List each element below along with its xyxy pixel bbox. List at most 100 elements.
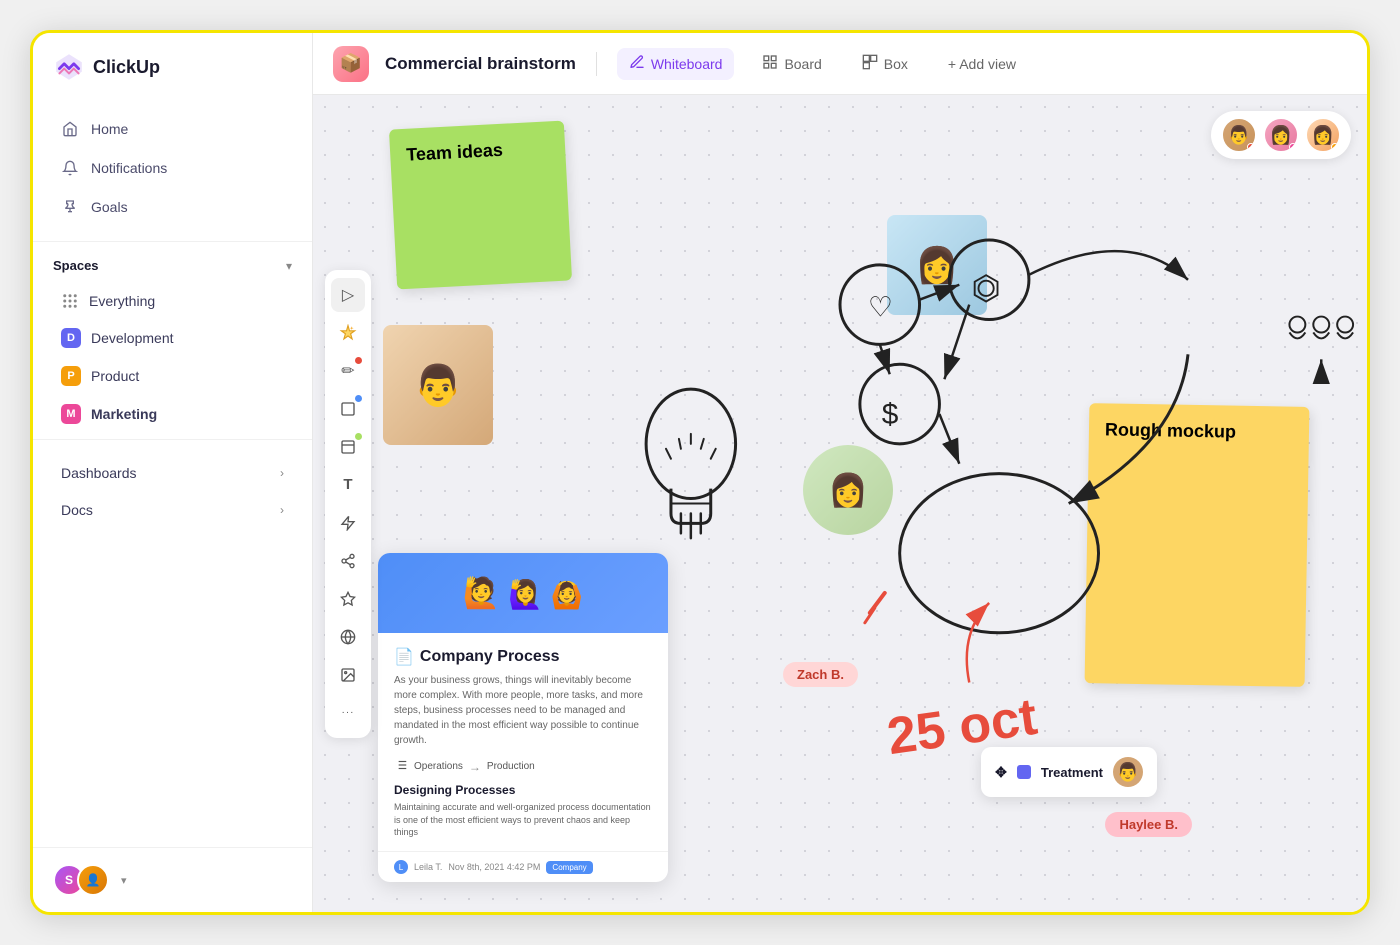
- development-badge: D: [61, 328, 81, 348]
- person-face-left: 👨: [383, 325, 493, 445]
- treatment-card: ✥ Treatment 👨: [981, 747, 1157, 797]
- person-label-zach: Zach B.: [783, 662, 858, 687]
- doc-date-text: Nov 8th, 2021 4:42 PM: [448, 862, 540, 872]
- whiteboard-avatars: 👨 👩 👩: [1211, 111, 1351, 159]
- sidebar-footer[interactable]: S 👤 ▾: [33, 847, 312, 912]
- tool-square[interactable]: [331, 392, 365, 426]
- doc-from-label: [394, 758, 408, 775]
- tool-lightning[interactable]: [331, 506, 365, 540]
- logo-text: ClickUp: [93, 57, 160, 78]
- sidebar-item-marketing-label: Marketing: [91, 406, 157, 422]
- sidebar-item-product-label: Product: [91, 368, 139, 384]
- tool-image[interactable]: [331, 658, 365, 692]
- docs-chevron-icon: ›: [280, 503, 284, 517]
- project-title: Commercial brainstorm: [385, 54, 576, 74]
- wb-avatar-2: 👩: [1263, 117, 1299, 153]
- tab-board-label: Board: [784, 56, 821, 72]
- tool-text[interactable]: T: [331, 468, 365, 502]
- svg-text:$: $: [882, 398, 899, 431]
- person-label-haylee: Haylee B.: [1105, 812, 1192, 837]
- doc-badge: Company: [546, 861, 592, 874]
- doc-from-text: Operations: [414, 761, 463, 772]
- app-frame: ClickUp Home Notifications: [30, 30, 1370, 915]
- treatment-avatar: 👨: [1113, 757, 1143, 787]
- dashboards-label: Dashboards: [61, 465, 137, 481]
- docs-label: Docs: [61, 502, 93, 518]
- doc-section-title: Designing Processes: [394, 783, 652, 797]
- tool-pen[interactable]: ✏: [331, 354, 365, 388]
- sticky-note-yellow: Rough mockup: [1085, 403, 1310, 687]
- sticky-note-green: Team ideas: [389, 121, 572, 290]
- tool-globe[interactable]: [331, 620, 365, 654]
- sidebar-item-marketing[interactable]: M Marketing: [41, 396, 304, 432]
- haylee-label-text: Haylee B.: [1119, 817, 1178, 832]
- tool-share[interactable]: [331, 544, 365, 578]
- topbar-divider: [596, 52, 597, 76]
- tool-sparkle[interactable]: [331, 316, 365, 350]
- sidebar: ClickUp Home Notifications: [33, 33, 313, 912]
- whiteboard-tab-icon: [629, 54, 645, 74]
- spaces-section-header[interactable]: Spaces ▾: [33, 248, 312, 283]
- treatment-label-text: Treatment: [1041, 765, 1103, 780]
- doc-card-description: As your business grows, things will inev…: [394, 673, 652, 748]
- topbar: 📦 Commercial brainstorm Whiteboard Board: [313, 33, 1367, 95]
- doc-figure-3: 🙆: [551, 580, 583, 611]
- doc-card-footer: L Leila T. Nov 8th, 2021 4:42 PM Company: [378, 851, 668, 882]
- doc-card-title-row: 📄 Company Process: [394, 647, 652, 667]
- sidebar-item-goals[interactable]: Goals: [41, 188, 304, 226]
- doc-footer-avatar: L: [394, 860, 408, 874]
- whiteboard-area[interactable]: ▷ ✏ T: [313, 95, 1367, 912]
- avatar-2: 👤: [77, 864, 109, 896]
- treatment-color-icon: [1017, 765, 1031, 779]
- spaces-chevron-icon: ▾: [286, 259, 292, 273]
- sidebar-item-notifications[interactable]: Notifications: [41, 149, 304, 187]
- tool-note[interactable]: [331, 430, 365, 464]
- sidebar-bottom: Dashboards › Docs ›: [33, 446, 312, 537]
- dashboards-chevron-icon: ›: [280, 466, 284, 480]
- bell-icon: [61, 159, 79, 177]
- main-content: 📦 Commercial brainstorm Whiteboard Board: [313, 33, 1367, 912]
- sidebar-item-goals-label: Goals: [91, 199, 128, 215]
- wb-avatar-3: 👩: [1305, 117, 1341, 153]
- doc-illustration: 🙋 🙋‍♀️ 🙆: [463, 576, 584, 611]
- tab-whiteboard-label: Whiteboard: [651, 56, 723, 72]
- tool-cursor[interactable]: ▷: [331, 278, 365, 312]
- sidebar-item-dashboards[interactable]: Dashboards ›: [41, 455, 304, 491]
- doc-card-flow-row: Operations → Production: [394, 758, 652, 775]
- sidebar-item-product[interactable]: P Product: [41, 358, 304, 394]
- sidebar-item-everything[interactable]: Everything: [41, 284, 304, 318]
- sidebar-item-home-label: Home: [91, 121, 128, 137]
- everything-icon: [61, 292, 79, 310]
- tool-star[interactable]: [331, 582, 365, 616]
- tab-board[interactable]: Board: [750, 48, 833, 80]
- sidebar-item-development-label: Development: [91, 330, 174, 346]
- doc-figure-2: 🙋‍♀️: [508, 578, 543, 611]
- sidebar-item-docs[interactable]: Docs ›: [41, 492, 304, 528]
- person-photo-top-right: 👩: [887, 215, 987, 315]
- doc-title-text: Company Process: [420, 648, 560, 666]
- doc-figure-1: 🙋: [463, 576, 500, 611]
- sidebar-item-notifications-label: Notifications: [91, 160, 167, 176]
- add-view-button[interactable]: + Add view: [936, 50, 1028, 78]
- person-face-center: 👩: [803, 445, 893, 535]
- doc-section-desc: Maintaining accurate and well-organized …: [394, 801, 652, 839]
- tool-more[interactable]: ···: [331, 696, 365, 730]
- board-tab-icon: [762, 54, 778, 74]
- marketing-badge: M: [61, 404, 81, 424]
- logo-area[interactable]: ClickUp: [33, 33, 312, 101]
- wb-avatar-1: 👨: [1221, 117, 1257, 153]
- app-container: ClickUp Home Notifications: [33, 33, 1367, 912]
- note-dot: [355, 433, 362, 440]
- home-icon: [61, 120, 79, 138]
- tab-whiteboard[interactable]: Whiteboard: [617, 48, 735, 80]
- sticky-green-text: Team ideas: [406, 140, 504, 165]
- tab-box[interactable]: Box: [850, 48, 920, 80]
- wb-avatar-2-dot: [1289, 143, 1297, 151]
- product-badge: P: [61, 366, 81, 386]
- spaces-title: Spaces: [53, 258, 99, 273]
- add-view-label: + Add view: [948, 56, 1016, 72]
- zach-label-text: Zach B.: [797, 667, 844, 682]
- move-cursor-icon: ✥: [995, 764, 1007, 781]
- sidebar-item-development[interactable]: D Development: [41, 320, 304, 356]
- sidebar-item-home[interactable]: Home: [41, 110, 304, 148]
